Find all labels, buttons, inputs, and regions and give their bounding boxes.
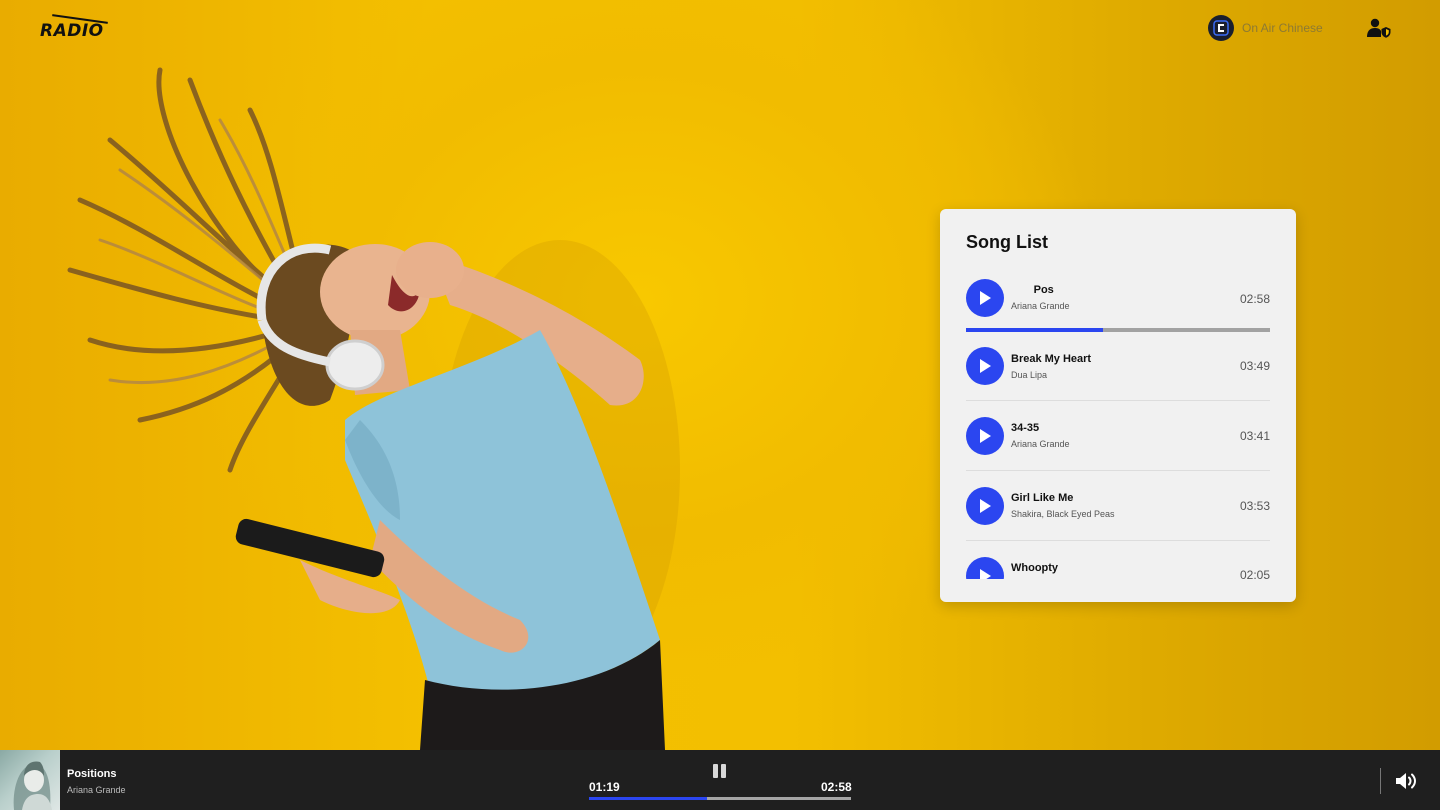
song-row[interactable]: Girl Like Me Shakira, Black Eyed Peas 03… xyxy=(966,487,1270,557)
play-icon xyxy=(980,569,991,579)
user-shield-icon xyxy=(1367,18,1391,38)
play-icon xyxy=(980,291,991,305)
song-artist: Ariana Grande xyxy=(1011,439,1070,449)
logo-text: RADIO xyxy=(40,21,104,41)
song-artist: Dua Lipa xyxy=(1011,370,1048,380)
player-divider xyxy=(1380,768,1381,794)
album-art-image xyxy=(13,761,52,810)
play-icon xyxy=(980,499,991,513)
volume-button[interactable] xyxy=(1395,770,1419,792)
playback-progress-fill xyxy=(589,797,707,800)
song-list-panel: Song List ons Pos Ariana Grande 02:58 Br… xyxy=(940,209,1296,602)
pause-button[interactable] xyxy=(710,762,730,780)
play-button[interactable] xyxy=(966,347,1004,385)
current-time: 01:19 xyxy=(589,780,620,794)
song-row[interactable]: 34-35 Ariana Grande 03:41 xyxy=(966,417,1270,487)
station-logo-icon xyxy=(1208,15,1234,41)
song-row-now-playing[interactable]: ons Pos Ariana Grande 02:58 xyxy=(966,279,1270,335)
account-button[interactable] xyxy=(1366,16,1392,40)
song-title: ons Pos xyxy=(1011,284,1054,296)
song-title: Break My Heart xyxy=(1011,353,1092,365)
play-button[interactable] xyxy=(966,557,1004,579)
song-duration: 03:41 xyxy=(1239,429,1270,443)
player-song-title: Positions xyxy=(67,768,117,780)
play-button[interactable] xyxy=(966,487,1004,525)
song-duration: 03:53 xyxy=(1239,499,1270,513)
play-button[interactable] xyxy=(966,417,1004,455)
station-label: On Air Chinese xyxy=(1242,21,1323,35)
song-artist: Shakira, Black Eyed Peas xyxy=(1011,509,1115,519)
song-title: Girl Like Me xyxy=(1011,492,1074,504)
row-divider xyxy=(966,540,1270,541)
row-divider xyxy=(966,470,1270,471)
song-progress-bar[interactable] xyxy=(966,328,1270,332)
song-progress-fill xyxy=(966,328,1103,332)
player-song-artist: Ariana Grande xyxy=(67,785,126,795)
song-title: Whoopty xyxy=(1011,562,1059,574)
song-duration: 02:05 xyxy=(1239,568,1270,579)
play-button[interactable] xyxy=(966,279,1004,317)
song-list-title: Song List xyxy=(966,232,1048,252)
play-icon xyxy=(980,429,991,443)
volume-up-icon xyxy=(1396,773,1416,789)
play-icon xyxy=(980,359,991,373)
song-row[interactable]: Break My Heart Dua Lipa 03:49 xyxy=(966,347,1270,417)
station-selector[interactable]: On Air Chinese xyxy=(1208,15,1323,41)
song-title-marquee: ons Pos xyxy=(1011,284,1067,298)
radio-logo[interactable]: RADIO xyxy=(40,14,112,42)
song-title: 34-35 xyxy=(1011,422,1040,434)
player-bar: Positions Ariana Grande 01:19 02:58 xyxy=(0,750,1440,810)
pause-icon xyxy=(713,764,726,778)
song-duration: 03:49 xyxy=(1239,359,1270,373)
song-artist: Ariana Grande xyxy=(1011,301,1070,311)
song-duration: 02:58 xyxy=(1239,292,1270,306)
row-divider xyxy=(966,400,1270,401)
album-cover[interactable] xyxy=(0,750,60,810)
song-row[interactable]: Whoopty 02:05 xyxy=(966,557,1270,579)
playback-progress-bar[interactable] xyxy=(589,797,851,800)
total-time: 02:58 xyxy=(821,780,852,794)
